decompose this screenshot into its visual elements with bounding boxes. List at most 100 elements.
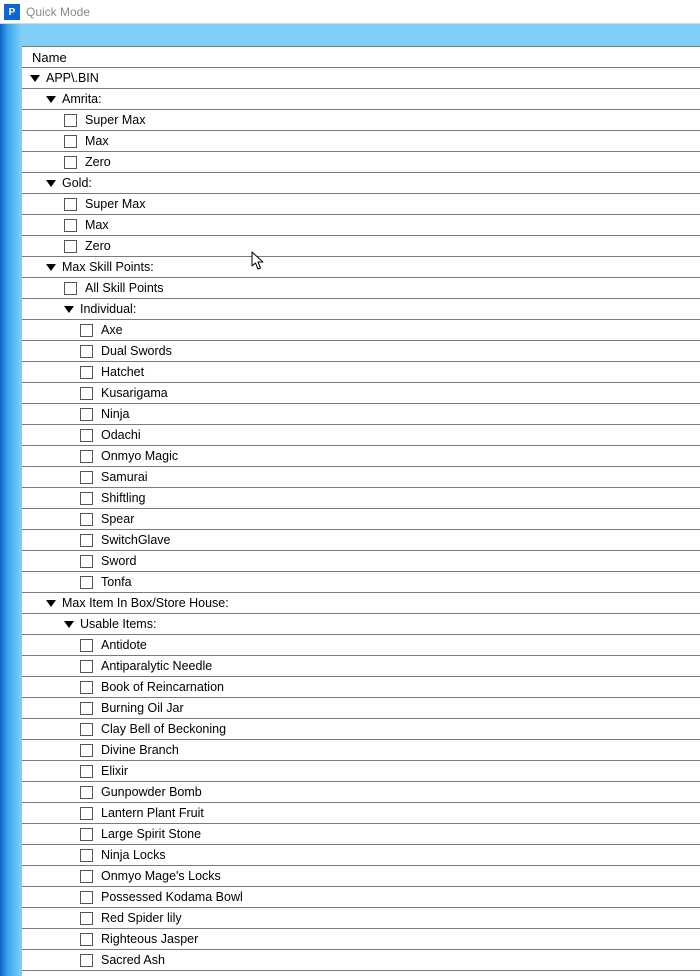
tree-row[interactable]: Antidote — [22, 635, 700, 656]
tree-row[interactable]: Book of Reincarnation — [22, 677, 700, 698]
checkbox[interactable] — [80, 387, 93, 400]
expander-arrow-icon[interactable] — [64, 306, 74, 313]
checkbox[interactable] — [64, 240, 77, 253]
tree-row[interactable]: Lantern Plant Fruit — [22, 803, 700, 824]
tree-row[interactable]: APP\.BIN — [22, 68, 700, 89]
tree-row[interactable]: Gold: — [22, 173, 700, 194]
expander-arrow-icon[interactable] — [46, 264, 56, 271]
tree-row[interactable]: Zero — [22, 152, 700, 173]
checkbox[interactable] — [80, 450, 93, 463]
checkbox[interactable] — [80, 492, 93, 505]
checkbox[interactable] — [80, 807, 93, 820]
tree-row[interactable]: Elixir — [22, 761, 700, 782]
tree-row[interactable]: Righteous Jasper — [22, 929, 700, 950]
checkbox[interactable] — [64, 198, 77, 211]
tree-row[interactable]: Spear — [22, 509, 700, 530]
tree-item-label: APP\.BIN — [46, 71, 99, 85]
checkbox[interactable] — [80, 744, 93, 757]
checkbox[interactable] — [80, 912, 93, 925]
checkbox[interactable] — [80, 513, 93, 526]
checkbox[interactable] — [64, 114, 77, 127]
tree-row[interactable]: Clay Bell of Beckoning — [22, 719, 700, 740]
checkbox[interactable] — [80, 828, 93, 841]
checkbox[interactable] — [80, 555, 93, 568]
tree-row[interactable]: Hatchet — [22, 362, 700, 383]
expander-arrow-icon[interactable] — [30, 75, 40, 82]
tree-row[interactable]: Zero — [22, 236, 700, 257]
checkbox[interactable] — [80, 660, 93, 673]
tree-row[interactable]: Tonfa — [22, 572, 700, 593]
app-icon: P — [4, 4, 20, 20]
checkbox[interactable] — [80, 765, 93, 778]
tree-row[interactable]: Amrita: — [22, 89, 700, 110]
checkbox[interactable] — [64, 156, 77, 169]
tree-row[interactable]: Shiftling — [22, 488, 700, 509]
tree-item-label: Gold: — [62, 176, 92, 190]
checkbox[interactable] — [80, 723, 93, 736]
tree-row[interactable]: Max — [22, 215, 700, 236]
tree-row[interactable]: All Skill Points — [22, 278, 700, 299]
expander-arrow-icon[interactable] — [46, 600, 56, 607]
tree-item-label: Odachi — [101, 428, 141, 442]
tree-item-label: Max — [85, 218, 109, 232]
checkbox[interactable] — [80, 429, 93, 442]
checkbox[interactable] — [80, 849, 93, 862]
checkbox[interactable] — [80, 471, 93, 484]
tree-row[interactable]: Large Spirit Stone — [22, 824, 700, 845]
tree-row[interactable]: Usable Items: — [22, 614, 700, 635]
expander-arrow-icon[interactable] — [64, 621, 74, 628]
tree-item-label: Max Item In Box/Store House: — [62, 596, 229, 610]
checkbox[interactable] — [80, 954, 93, 967]
tree-row[interactable]: Possessed Kodama Bowl — [22, 887, 700, 908]
tree-item-label: Book of Reincarnation — [101, 680, 224, 694]
tree-item-label: Zero — [85, 155, 111, 169]
tree-row[interactable]: Sacred Ash — [22, 950, 700, 971]
checkbox[interactable] — [80, 576, 93, 589]
checkbox[interactable] — [80, 534, 93, 547]
tree-row[interactable]: Super Max — [22, 194, 700, 215]
tree-row[interactable]: Dual Swords — [22, 341, 700, 362]
tree-row[interactable]: Max Skill Points: — [22, 257, 700, 278]
tree-row[interactable]: Red Spider lily — [22, 908, 700, 929]
checkbox[interactable] — [64, 282, 77, 295]
tree-row[interactable]: Samurai — [22, 467, 700, 488]
checkbox[interactable] — [80, 324, 93, 337]
checkbox[interactable] — [80, 870, 93, 883]
tree-item-label: Max — [85, 134, 109, 148]
tree-row[interactable]: Gunpowder Bomb — [22, 782, 700, 803]
checkbox[interactable] — [80, 639, 93, 652]
tree-row[interactable]: Onmyo Magic — [22, 446, 700, 467]
tree-row[interactable]: SwitchGlave — [22, 530, 700, 551]
tree-row[interactable]: Axe — [22, 320, 700, 341]
tree-item-label: Clay Bell of Beckoning — [101, 722, 226, 736]
tree-row[interactable]: Max — [22, 131, 700, 152]
tree-row[interactable]: Individual: — [22, 299, 700, 320]
checkbox[interactable] — [80, 345, 93, 358]
expander-arrow-icon[interactable] — [46, 96, 56, 103]
checkbox[interactable] — [80, 408, 93, 421]
tree-item-label: Antidote — [101, 638, 147, 652]
tree-row[interactable]: Divine Branch — [22, 740, 700, 761]
tree-row[interactable]: Onmyo Mage's Locks — [22, 866, 700, 887]
tree-row[interactable]: Kusarigama — [22, 383, 700, 404]
checkbox[interactable] — [64, 219, 77, 232]
checkbox[interactable] — [80, 702, 93, 715]
expander-arrow-icon[interactable] — [46, 180, 56, 187]
column-header-row[interactable]: Name — [22, 46, 700, 68]
tree-item-label: Spear — [101, 512, 134, 526]
titlebar[interactable]: P Quick Mode — [0, 0, 700, 24]
tree-row[interactable]: Max Item In Box/Store House: — [22, 593, 700, 614]
tree-row[interactable]: Sword — [22, 551, 700, 572]
checkbox[interactable] — [80, 681, 93, 694]
tree-row[interactable]: Antiparalytic Needle — [22, 656, 700, 677]
checkbox[interactable] — [80, 786, 93, 799]
checkbox[interactable] — [80, 933, 93, 946]
checkbox[interactable] — [80, 891, 93, 904]
tree-row[interactable]: Super Max — [22, 110, 700, 131]
tree-row[interactable]: Ninja Locks — [22, 845, 700, 866]
tree-row[interactable]: Odachi — [22, 425, 700, 446]
checkbox[interactable] — [80, 366, 93, 379]
checkbox[interactable] — [64, 135, 77, 148]
tree-row[interactable]: Burning Oil Jar — [22, 698, 700, 719]
tree-row[interactable]: Ninja — [22, 404, 700, 425]
